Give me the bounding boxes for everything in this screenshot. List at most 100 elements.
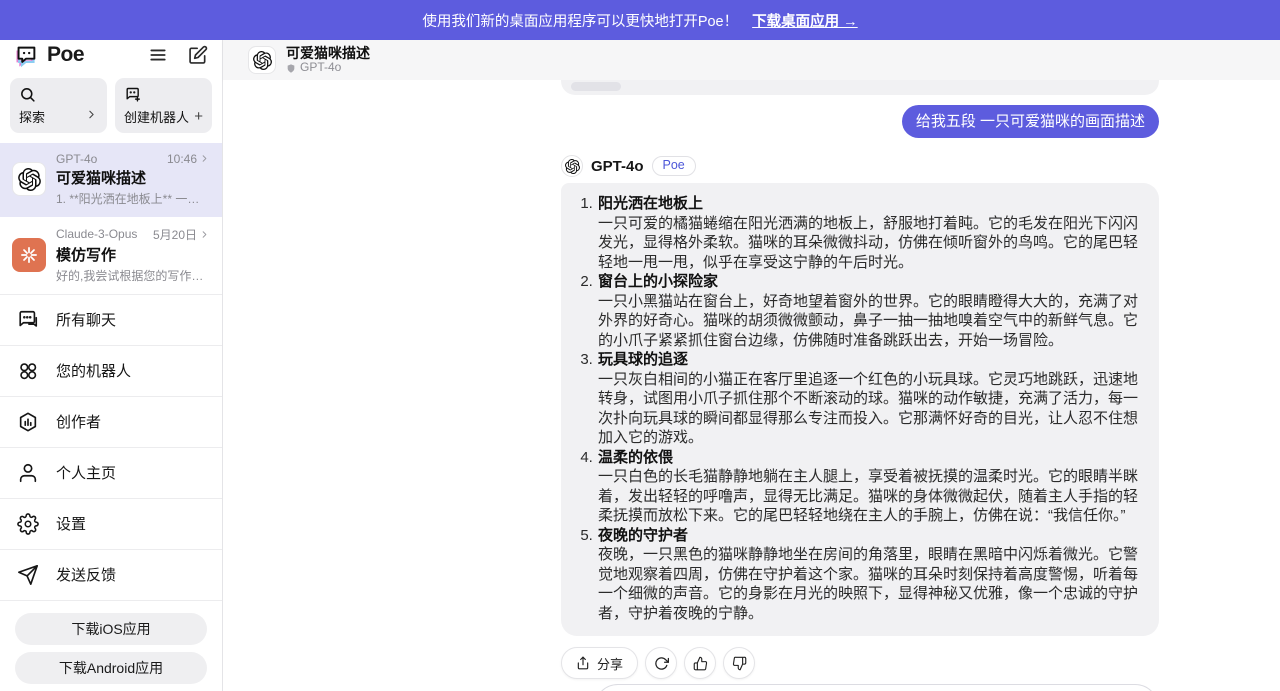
poe-logo[interactable]: Poe [14,42,84,68]
nav-label: 创作者 [56,411,101,432]
item-title: 窗台上的小探险家 [598,272,1143,292]
create-bot-icon [124,86,141,103]
menu-button[interactable] [148,45,168,65]
openai-logo-icon [565,159,580,174]
list-item: 玩具球的追逐 一只灰白相间的小猫正在客厅里追逐一个红色的小玩具球。它灵巧地跳跃，… [597,350,1143,448]
chevron-right-icon [199,229,210,240]
sidebar-item-your-bots[interactable]: 您的机器人 [0,345,222,396]
sidebar-item-profile[interactable]: 个人主页 [0,447,222,498]
chat-list-item-writing[interactable]: Claude-3-Opus 5月20日 模仿写作 好的,我尝试根据您的写作风格,… [0,217,222,294]
item-body: 夜晚，一只黑色的猫咪静静地坐在房间的角落里，眼睛在黑暗中闪烁着微光。它警觉地观察… [598,545,1143,623]
hamburger-icon [148,45,168,65]
bot-name[interactable]: GPT-4o [591,158,644,175]
thumbs-up-icon [693,656,708,671]
poe-logo-icon [14,42,40,68]
chat-input-row [561,684,1159,691]
download-android-button[interactable]: 下载Android应用 [15,652,207,684]
list-item: 窗台上的小探险家 一只小黑猫站在窗台上，好奇地望着窗外的世界。它的眼睛瞪得大大的… [597,272,1143,350]
poe-logo-text: Poe [47,43,84,67]
share-button[interactable]: 分享 [561,647,638,679]
item-body: 一只灰白相间的小猫正在客厅里追逐一个红色的小玩具球。它灵巧地跳跃，迅速地转身，试… [598,370,1143,448]
plus-symbol: + [194,109,203,124]
gear-icon [17,513,39,535]
chat-snippet: 好的,我尝试根据您的写作风格,创作一... [56,267,210,284]
nav-label: 您的机器人 [56,360,131,381]
openai-logo-icon [18,168,41,191]
message-input-container[interactable] [594,684,1159,691]
item-title: 夜晚的守护者 [598,526,1143,546]
user-message-bubble[interactable]: 给我五段 一只可爱猫咪的画面描述 [902,105,1159,138]
item-body: 一只白色的长毛猫静静地躺在主人腿上，享受着被抚摸的温柔时光。它的眼睛半眯着，发出… [598,467,1143,526]
chat-time: 10:46 [167,152,197,166]
list-item: 夜晚的守护者 夜晚，一只黑色的猫咪静静地坐在房间的角落里，眼睛在黑暗中闪烁着微光… [597,526,1143,624]
bot-message-bubble: 阳光洒在地板上 一只可爱的橘猫蜷缩在阳光洒满的地板上，舒服地打着盹。它的毛发在阳… [561,183,1159,636]
regenerate-icon [654,656,669,671]
chat-title: 可爱猫咪描述 [56,167,210,188]
download-android-label: 下载Android应用 [59,658,163,678]
item-body: 一只可爱的橘猫蜷缩在阳光洒满的地板上，舒服地打着盹。它的毛发在阳光下闪闪发光，显… [598,214,1143,273]
poe-badge[interactable]: Poe [652,156,696,176]
creators-icon [17,411,39,433]
compose-icon [188,45,208,65]
bots-icon [17,360,39,382]
item-title: 温柔的依偎 [598,448,1143,468]
chat-list-item-cute-cat[interactable]: GPT-4o 10:46 可爱猫咪描述 1. **阳光洒在地板上** 一只可爱的… [0,143,222,217]
claude-avatar [12,238,46,272]
chevron-right-icon [199,153,210,164]
banner-text: 使用我们新的桌面应用程序可以更快地打开Poe！ [422,10,738,31]
nav-label: 发送反馈 [56,564,116,585]
thumbs-down-button[interactable] [723,647,755,679]
sidebar: Poe 探索 创建机器人 + [0,40,223,691]
sidebar-item-all-chats[interactable]: 所有聊天 [0,294,222,345]
sidebar-nav: 所有聊天 您的机器人 创作者 个人主页 设置 发送反馈 [0,294,222,600]
chat-time: 5月20日 [153,226,197,243]
sidebar-item-feedback[interactable]: 发送反馈 [0,549,222,600]
cat-descriptions-list: 阳光洒在地板上 一只可爱的橘猫蜷缩在阳光洒满的地板上，舒服地打着盹。它的毛发在阳… [575,194,1143,623]
nav-label: 个人主页 [56,462,116,483]
chat-main: 可爱猫咪描述 GPT-4o 给我五段 一只可爱猫咪的画面描述 GPT-4o Po… [223,40,1280,691]
item-body: 一只小黑猫站在窗台上，好奇地望着窗外的世界。它的眼睛瞪得大大的，充满了对外界的好… [598,292,1143,351]
list-item: 温柔的依偎 一只白色的长毛猫静静地躺在主人腿上，享受着被抚摸的温柔时光。它的眼睛… [597,448,1143,526]
bot-message-header: GPT-4o Poe [561,155,1159,177]
previous-message-partial [561,80,1159,95]
download-ios-label: 下载iOS应用 [71,619,150,639]
desktop-app-banner: 使用我们新的桌面应用程序可以更快地打开Poe！ 下载桌面应用 → [0,0,1280,40]
gpt4o-avatar [12,162,46,196]
chat-bot-name: GPT-4o [56,152,97,166]
list-item: 阳光洒在地板上 一只可爱的橘猫蜷缩在阳光洒满的地板上，舒服地打着盹。它的毛发在阳… [597,194,1143,272]
message-actions: 分享 [561,647,1159,679]
sidebar-footer: 下载iOS应用 下载Android应用 [0,600,222,691]
nav-label: 设置 [56,513,86,534]
bot-avatar[interactable] [561,155,583,177]
item-title: 阳光洒在地板上 [598,194,1143,214]
thumbs-down-icon [732,656,747,671]
chevron-right-icon [85,108,98,121]
sidebar-item-settings[interactable]: 设置 [0,498,222,549]
chat-bot-name: Claude-3-Opus [56,227,137,241]
download-desktop-link[interactable]: 下载桌面应用 → [752,10,858,31]
sidebar-item-creators[interactable]: 创作者 [0,396,222,447]
sidebar-header: Poe [0,40,222,70]
openai-logo-icon [253,51,272,70]
share-label: 分享 [597,654,623,673]
message-scroll-area[interactable]: 给我五段 一只可爱猫咪的画面描述 GPT-4o Poe 阳光洒在地板上 一只可爱… [223,80,1280,691]
create-bot-button[interactable]: 创建机器人 + [115,78,212,133]
item-title: 玩具球的追逐 [598,350,1143,370]
chat-title: 模仿写作 [56,244,210,265]
chat-header: 可爱猫咪描述 GPT-4o [223,40,1280,80]
send-feedback-icon [17,564,39,586]
new-chat-button[interactable] [188,45,208,65]
chat-list: GPT-4o 10:46 可爱猫咪描述 1. **阳光洒在地板上** 一只可爱的… [0,143,222,294]
regenerate-button[interactable] [645,647,677,679]
download-ios-button[interactable]: 下载iOS应用 [15,613,207,645]
previous-message-fragment [571,82,621,91]
explore-button[interactable]: 探索 [10,78,107,133]
chat-title: 可爱猫咪描述 [286,45,370,61]
thumbs-up-button[interactable] [684,647,716,679]
profile-icon [17,462,39,484]
search-icon [19,86,36,103]
header-bot-avatar [248,46,276,74]
nav-label: 所有聊天 [56,309,116,330]
shield-icon [286,63,296,74]
header-bot-name: GPT-4o [300,61,341,75]
